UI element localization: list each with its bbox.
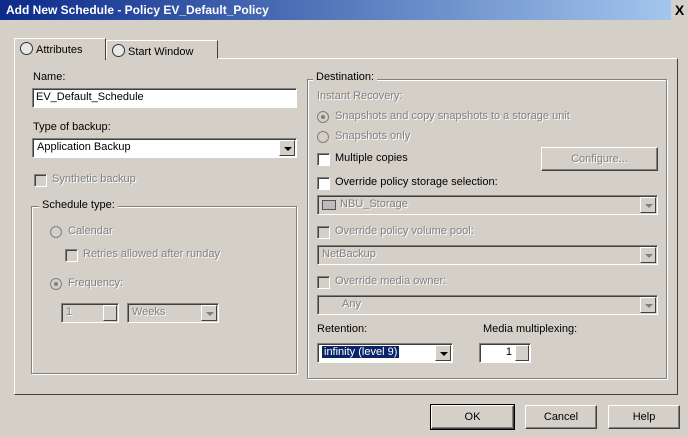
override-media-label: Override media owner:: [335, 275, 447, 287]
window-title: Add New Schedule - Policy EV_Default_Pol…: [6, 3, 269, 17]
volume-pool-select[interactable]: NetBackup: [317, 245, 658, 265]
chevron-down-icon[interactable]: [279, 140, 295, 156]
chevron-down-icon[interactable]: [640, 297, 656, 313]
storage-unit-icon: [322, 200, 336, 210]
retention-label: Retention:: [317, 323, 368, 335]
instant-recovery-label: Instant Recovery:: [317, 90, 403, 102]
snapshots-only-label: Snapshots only: [335, 130, 411, 142]
multiplexing-value: 1: [505, 346, 512, 358]
volume-pool-value: NetBackup: [322, 248, 376, 260]
type-of-backup-select[interactable]: Application Backup: [32, 138, 297, 158]
type-of-backup-label: Type of backup:: [33, 121, 111, 133]
frequency-unit-value: Weeks: [132, 306, 166, 318]
multiplexing-field[interactable]: 1: [479, 343, 531, 363]
retries-label: Retries allowed after runday: [83, 248, 220, 260]
multiple-copies-checkbox[interactable]: [317, 153, 330, 166]
synthetic-backup-checkbox[interactable]: [34, 174, 47, 187]
retries-checkbox[interactable]: [65, 249, 78, 262]
ok-button[interactable]: OK: [430, 404, 515, 430]
calendar-radio[interactable]: [50, 226, 62, 238]
media-owner-value: Any: [342, 298, 361, 310]
override-volume-checkbox[interactable]: [317, 226, 330, 239]
frequency-value-field[interactable]: 1: [61, 303, 119, 323]
frequency-value: 1: [66, 306, 73, 318]
name-field[interactable]: EV_Default_Schedule: [32, 88, 297, 108]
snapshots-copy-label: Snapshots and copy snapshots to a storag…: [335, 110, 570, 122]
frequency-radio[interactable]: [50, 278, 62, 290]
help-button[interactable]: Help: [608, 405, 680, 429]
multiple-copies-label: Multiple copies: [335, 152, 408, 164]
close-button[interactable]: X: [671, 0, 688, 20]
override-media-checkbox[interactable]: [317, 276, 330, 289]
retention-value: infinity (level 9): [322, 346, 400, 358]
snapshots-copy-radio[interactable]: [317, 111, 329, 123]
override-volume-label: Override policy volume pool:: [335, 225, 474, 237]
override-storage-label: Override policy storage selection:: [335, 176, 498, 188]
name-label: Name:: [33, 71, 66, 83]
tab-start-window[interactable]: Start Window: [106, 40, 218, 59]
multiplexing-label: Media multiplexing:: [483, 323, 578, 335]
snapshots-only-radio[interactable]: [317, 131, 329, 143]
chevron-down-icon[interactable]: [640, 197, 656, 213]
attributes-tab-icon: [20, 42, 33, 55]
chevron-down-icon[interactable]: [435, 345, 451, 361]
override-storage-checkbox[interactable]: [317, 177, 330, 190]
tab-attributes[interactable]: Attributes: [14, 38, 106, 60]
chevron-down-icon[interactable]: [640, 247, 656, 263]
clock-icon: [112, 44, 125, 57]
frequency-unit-select[interactable]: Weeks: [127, 303, 219, 323]
chevron-down-icon[interactable]: [201, 305, 217, 321]
media-owner-select[interactable]: Any: [317, 295, 658, 315]
destination-legend: Destination:: [313, 71, 378, 83]
storage-select[interactable]: NBU_Storage: [317, 195, 658, 215]
multiplexing-spinner[interactable]: [515, 345, 529, 361]
schedule-type-legend: Schedule type:: [39, 199, 118, 211]
storage-value: NBU_Storage: [340, 198, 408, 210]
calendar-label: Calendar: [68, 225, 113, 237]
cancel-button[interactable]: Cancel: [525, 405, 597, 429]
frequency-label: Frequency:: [68, 277, 124, 289]
type-of-backup-value: Application Backup: [37, 141, 131, 153]
configure-button[interactable]: Configure...: [541, 147, 658, 171]
retention-select[interactable]: infinity (level 9): [317, 343, 453, 363]
frequency-spinner[interactable]: [103, 305, 117, 321]
synthetic-backup-label: Synthetic backup: [52, 173, 136, 185]
